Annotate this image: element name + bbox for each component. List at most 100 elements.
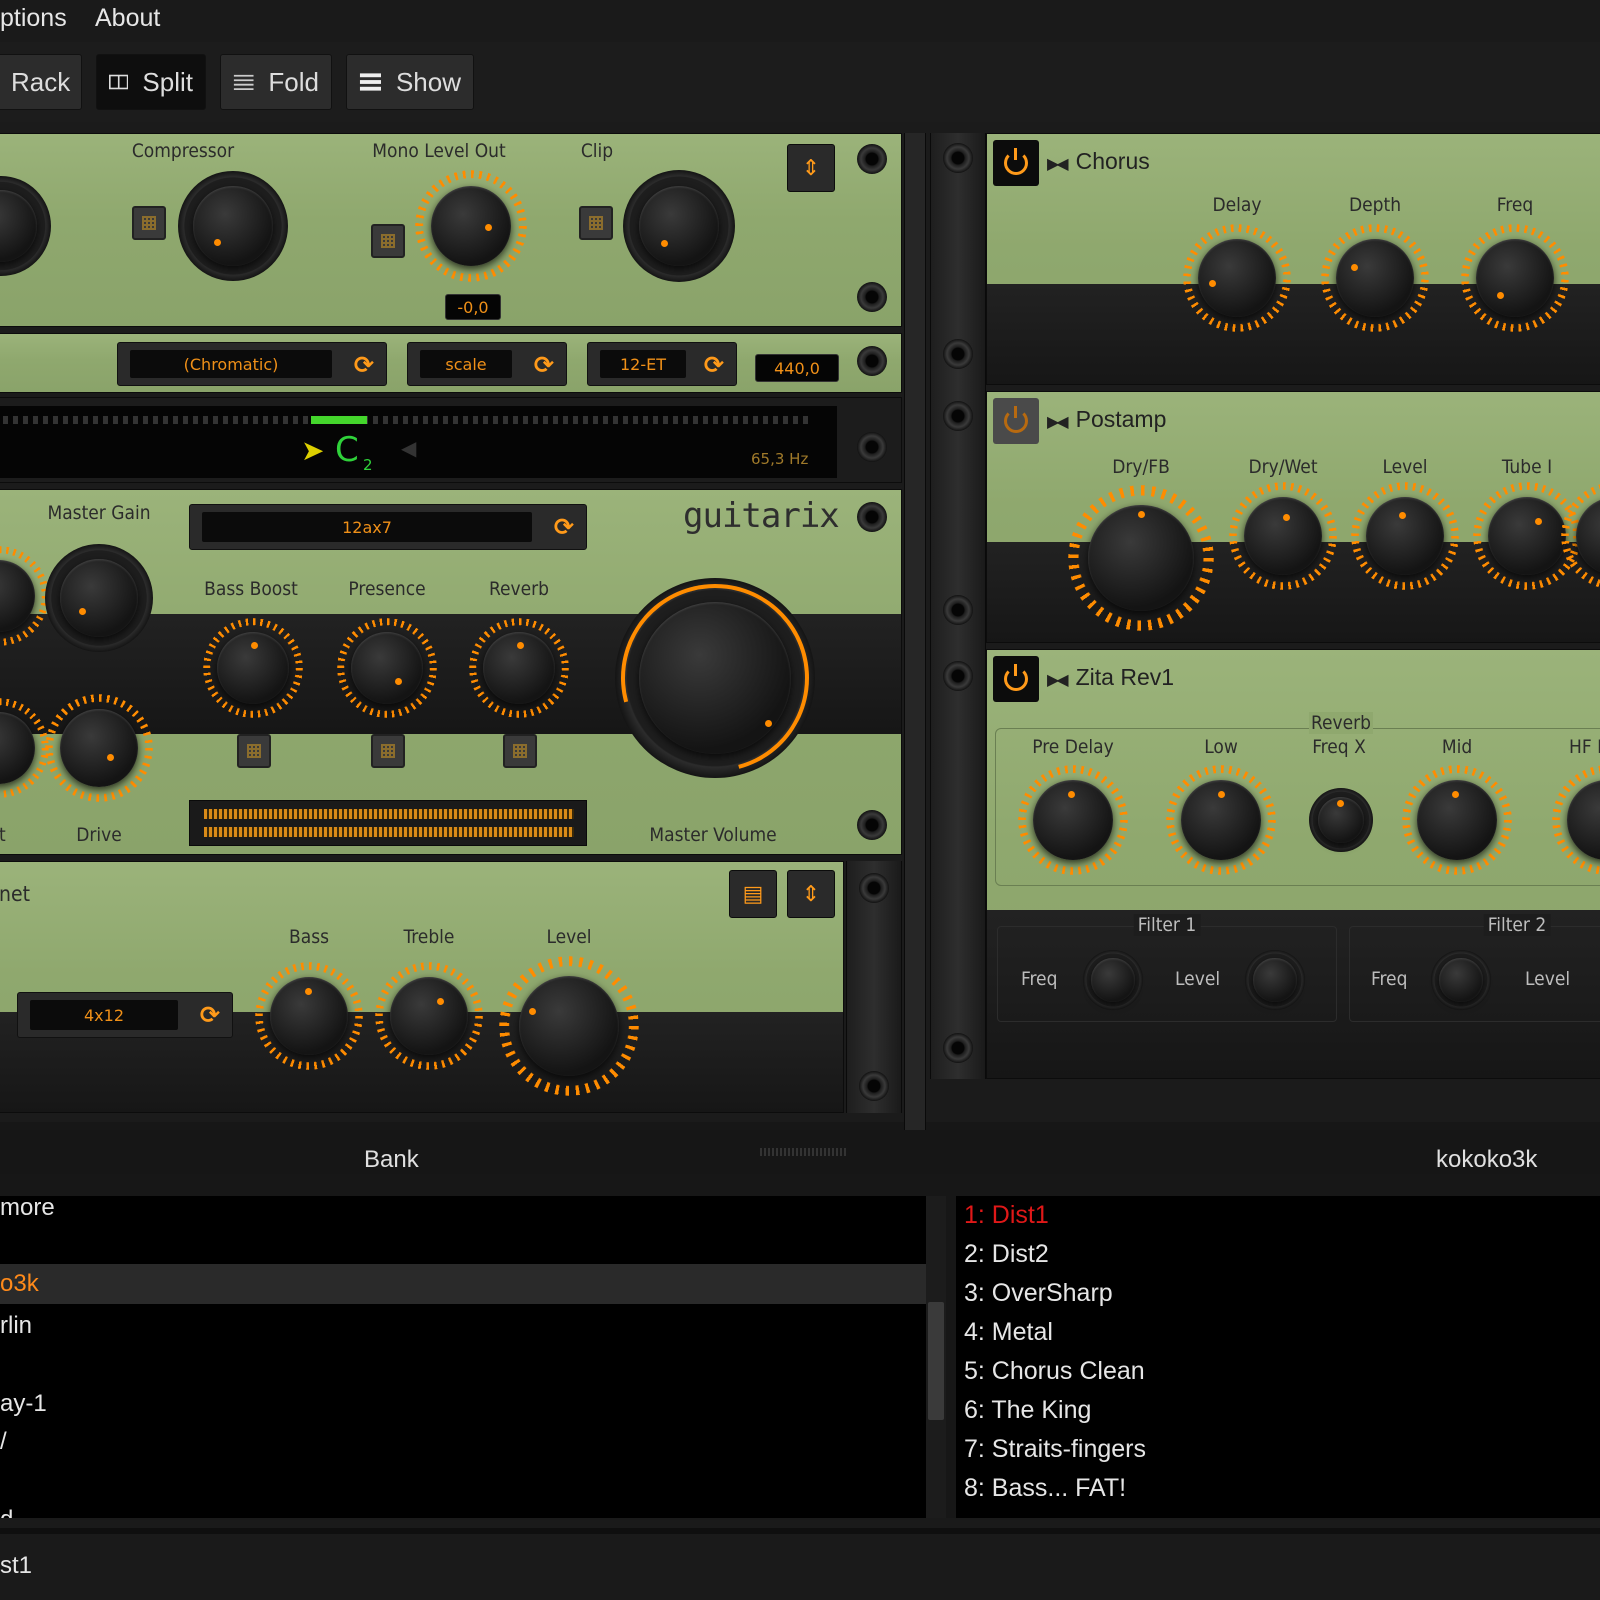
bass-boost-toggle[interactable]: [237, 734, 271, 768]
bank-item[interactable]: more: [0, 1194, 55, 1222]
tuner-octave: 2: [363, 456, 373, 474]
filter1-freq-knob[interactable]: [1083, 950, 1143, 1010]
postamp-dry-wet-knob[interactable]: [1229, 482, 1337, 590]
scale-value: scale: [420, 350, 512, 378]
split-button[interactable]: Split: [96, 54, 206, 110]
cut-label: t: [0, 824, 6, 846]
screw-icon: [943, 1033, 973, 1063]
cabinet-rail: [846, 861, 902, 1113]
menu-about[interactable]: About: [95, 4, 160, 33]
guitarix-logo: guitarix: [683, 496, 840, 536]
preset-item[interactable]: 3: OverSharp: [964, 1279, 1113, 1308]
preset-item[interactable]: 6: The King: [964, 1396, 1091, 1425]
postamp-level-knob[interactable]: [1351, 482, 1459, 590]
show-icon: [359, 73, 381, 91]
reverb-toggle[interactable]: [503, 734, 537, 768]
zita-freq-x-knob[interactable]: [1309, 788, 1373, 852]
tube-model-select[interactable]: 12ax7 ⟳: [189, 504, 587, 550]
preset-item[interactable]: 7: Straits-fingers: [964, 1435, 1146, 1464]
screw-icon: [859, 873, 889, 903]
filter2-freq-knob[interactable]: [1431, 950, 1491, 1010]
split-icon: [109, 74, 129, 90]
cabinet-treble-knob[interactable]: [375, 962, 483, 1070]
reference-pitch[interactable]: 440,0: [755, 354, 839, 382]
cabinet-model-select[interactable]: 4x12 ⟳: [17, 992, 233, 1038]
chorus-freq-knob[interactable]: [1445, 208, 1585, 348]
postamp-power-button[interactable]: [993, 398, 1039, 444]
zita-hf-label: HF D: [1569, 736, 1600, 758]
preset-item[interactable]: 5: Chorus Clean: [964, 1357, 1145, 1386]
power-icon: [1004, 406, 1028, 433]
bass-boost-knob[interactable]: [203, 618, 303, 718]
show-label: Show: [395, 66, 461, 97]
status-bar: st1: [0, 1518, 1600, 1600]
reverb-knob[interactable]: [469, 618, 569, 718]
clip-toggle[interactable]: [579, 206, 613, 240]
postamp-title-text: Postamp: [1075, 406, 1167, 432]
rack-divider[interactable]: [904, 133, 926, 1133]
presence-knob[interactable]: [337, 618, 437, 718]
rack-button[interactable]: Rack: [0, 54, 82, 110]
show-button[interactable]: Show: [346, 54, 474, 110]
preset-file-button[interactable]: ▤: [729, 870, 777, 918]
presence-toggle[interactable]: [371, 734, 405, 768]
compressor-knob[interactable]: [178, 171, 288, 281]
status-divider: [0, 1528, 1600, 1534]
bank-item[interactable]: /: [0, 1428, 7, 1456]
zita-pre-delay-knob[interactable]: [1018, 765, 1128, 875]
zita-panel: ▶◀ Zita Rev1 Pre Delay Low Reverb Freq X …: [986, 649, 1600, 1079]
screw-icon: [857, 432, 887, 462]
right-rail: [930, 133, 986, 1079]
screw-icon: [857, 346, 887, 376]
chorus-power-button[interactable]: [993, 140, 1039, 186]
collapse-button[interactable]: ⇕: [787, 144, 835, 192]
collapse-triangle-icon: ▶◀: [1047, 672, 1069, 689]
screw-icon: [859, 1071, 889, 1101]
compressor-toggle[interactable]: [132, 206, 166, 240]
preset-item-current[interactable]: 1: Dist1: [964, 1201, 1049, 1230]
filter2-level-label: Level: [1525, 968, 1571, 990]
master-volume-knob[interactable]: [586, 549, 844, 807]
drive-knob[interactable]: [45, 694, 153, 802]
master-gain-knob[interactable]: [45, 544, 153, 652]
zita-title-text: Zita Rev1: [1075, 664, 1175, 690]
postamp-dry-fb-knob[interactable]: [1068, 485, 1214, 631]
cabinet-bass-knob[interactable]: [255, 962, 363, 1070]
fold-button[interactable]: Fold: [220, 54, 332, 110]
mono-level-out-knob[interactable]: [415, 170, 527, 282]
zita-power-button[interactable]: [993, 656, 1039, 702]
preset-item[interactable]: 2: Dist2: [964, 1240, 1049, 1269]
compressor-label: Compressor: [131, 140, 235, 162]
preset-item[interactable]: 8: Bass... FAT!: [964, 1474, 1126, 1503]
tuning-select[interactable]: 12-ET ⟳: [587, 342, 737, 386]
screw-icon: [857, 144, 887, 174]
tuner-frequency: 65,3 Hz: [751, 450, 809, 468]
level-meter-bar-2: [204, 827, 574, 837]
menu-options[interactable]: ptions: [0, 4, 67, 33]
partial-knob[interactable]: [0, 176, 51, 276]
zita-low-knob[interactable]: [1166, 765, 1276, 875]
chorus-depth-label: Depth: [1348, 194, 1402, 216]
bank-item[interactable]: ay-1: [0, 1390, 47, 1418]
bank-item-selected[interactable]: o3k: [0, 1264, 926, 1304]
temperament-select[interactable]: (Chromatic) ⟳: [117, 342, 387, 386]
bank-scrollbar[interactable]: [926, 1196, 946, 1530]
chorus-delay-knob[interactable]: [1167, 208, 1307, 348]
split-label: Split: [142, 66, 193, 97]
collapse-button[interactable]: ⇕: [787, 870, 835, 918]
mono-level-toggle[interactable]: [371, 224, 405, 258]
filter1-level-knob[interactable]: [1245, 950, 1305, 1010]
zita-low-label: Low: [1204, 736, 1238, 758]
chorus-depth-knob[interactable]: [1305, 208, 1445, 348]
scale-select[interactable]: scale ⟳: [407, 342, 567, 386]
clip-knob[interactable]: [623, 170, 735, 282]
cabinet-level-knob[interactable]: [499, 956, 639, 1096]
zita-mid-knob[interactable]: [1402, 765, 1512, 875]
temperament-value: (Chromatic): [130, 350, 332, 378]
resize-handle-icon[interactable]: [760, 1148, 846, 1156]
preset-item[interactable]: 4: Metal: [964, 1318, 1053, 1347]
bank-scrollbar-thumb[interactable]: [928, 1302, 944, 1420]
bank-list[interactable]: more o3k rlin ay-1 / d: [0, 1194, 926, 1533]
zita-freq-x-label: Freq X: [1312, 736, 1366, 758]
bank-item[interactable]: rlin: [0, 1312, 32, 1340]
